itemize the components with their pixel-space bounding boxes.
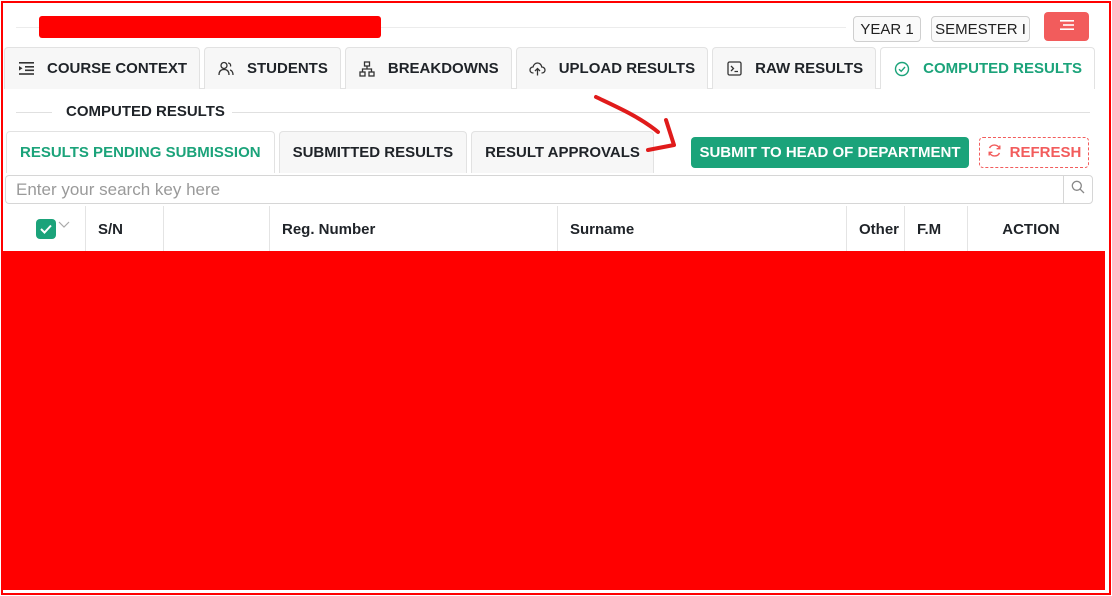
tab-label: BREAKDOWNS <box>387 60 499 77</box>
section-title: COMPUTED RESULTS <box>66 103 225 120</box>
tab-students[interactable]: STUDENTS <box>204 47 341 89</box>
cloud-upload-icon <box>529 60 547 78</box>
submit-to-hod-button[interactable]: SUBMIT TO HEAD OF DEPARTMENT <box>691 137 969 168</box>
search-input[interactable] <box>5 175 1063 204</box>
section-divider-left <box>16 112 52 113</box>
tab-course-context[interactable]: COURSE CONTEXT <box>4 47 201 89</box>
column-header-reg-number[interactable]: Reg. Number <box>270 206 558 252</box>
column-header-action[interactable]: ACTION <box>968 206 1094 252</box>
refresh-button[interactable]: REFRESH <box>979 137 1089 168</box>
year-badge[interactable]: YEAR 1 <box>853 16 921 42</box>
tab-breakdowns[interactable]: BREAKDOWNS <box>344 47 512 89</box>
chevron-down-icon[interactable] <box>58 216 70 233</box>
tab-label: STUDENTS <box>247 60 328 77</box>
check-circle-icon <box>893 60 911 78</box>
users-icon <box>217 60 235 78</box>
menu-icon <box>1059 18 1074 36</box>
tab-raw-results[interactable]: RAW RESULTS <box>712 47 877 89</box>
tab-label: UPLOAD RESULTS <box>558 60 696 77</box>
column-header-surname[interactable]: Surname <box>558 206 847 252</box>
column-header-blank[interactable] <box>164 206 270 252</box>
table-header: S/N Reg. Number Surname Other Names F.M … <box>6 206 1094 252</box>
refresh-icon <box>987 143 1002 162</box>
select-all-checkbox[interactable] <box>36 219 56 239</box>
tab-label: COURSE CONTEXT <box>47 60 188 77</box>
redacted-table-body <box>3 251 1105 590</box>
terminal-icon <box>725 60 743 78</box>
search-icon <box>1071 180 1085 199</box>
column-header-other-names[interactable]: Other Names <box>847 206 905 252</box>
column-header-fm[interactable]: F.M <box>905 206 968 252</box>
subtab-pending-submission[interactable]: RESULTS PENDING SUBMISSION <box>6 131 275 173</box>
annotation-arrow <box>594 95 676 152</box>
subtab-submitted-results[interactable]: SUBMITTED RESULTS <box>278 131 468 173</box>
search-button[interactable] <box>1063 175 1093 204</box>
tab-upload-results[interactable]: UPLOAD RESULTS <box>515 47 709 89</box>
menu-button[interactable] <box>1044 12 1089 41</box>
tab-label: RAW RESULTS <box>755 60 864 77</box>
tab-computed-results[interactable]: COMPUTED RESULTS <box>880 47 1096 89</box>
refresh-label: REFRESH <box>1009 144 1082 161</box>
main-tabs: COURSE CONTEXT STUDENTS BREAKDOWNS UPLOA… <box>4 47 1099 89</box>
column-header-sn[interactable]: S/N <box>86 206 164 252</box>
semester-badge[interactable]: SEMESTER I <box>931 16 1030 42</box>
tab-label: COMPUTED RESULTS <box>923 60 1083 77</box>
indent-list-icon <box>17 60 35 78</box>
select-all-header[interactable] <box>6 206 86 252</box>
redacted-title <box>39 16 381 38</box>
hierarchy-icon <box>358 60 376 78</box>
result-subtabs: RESULTS PENDING SUBMISSION SUBMITTED RES… <box>6 131 658 173</box>
